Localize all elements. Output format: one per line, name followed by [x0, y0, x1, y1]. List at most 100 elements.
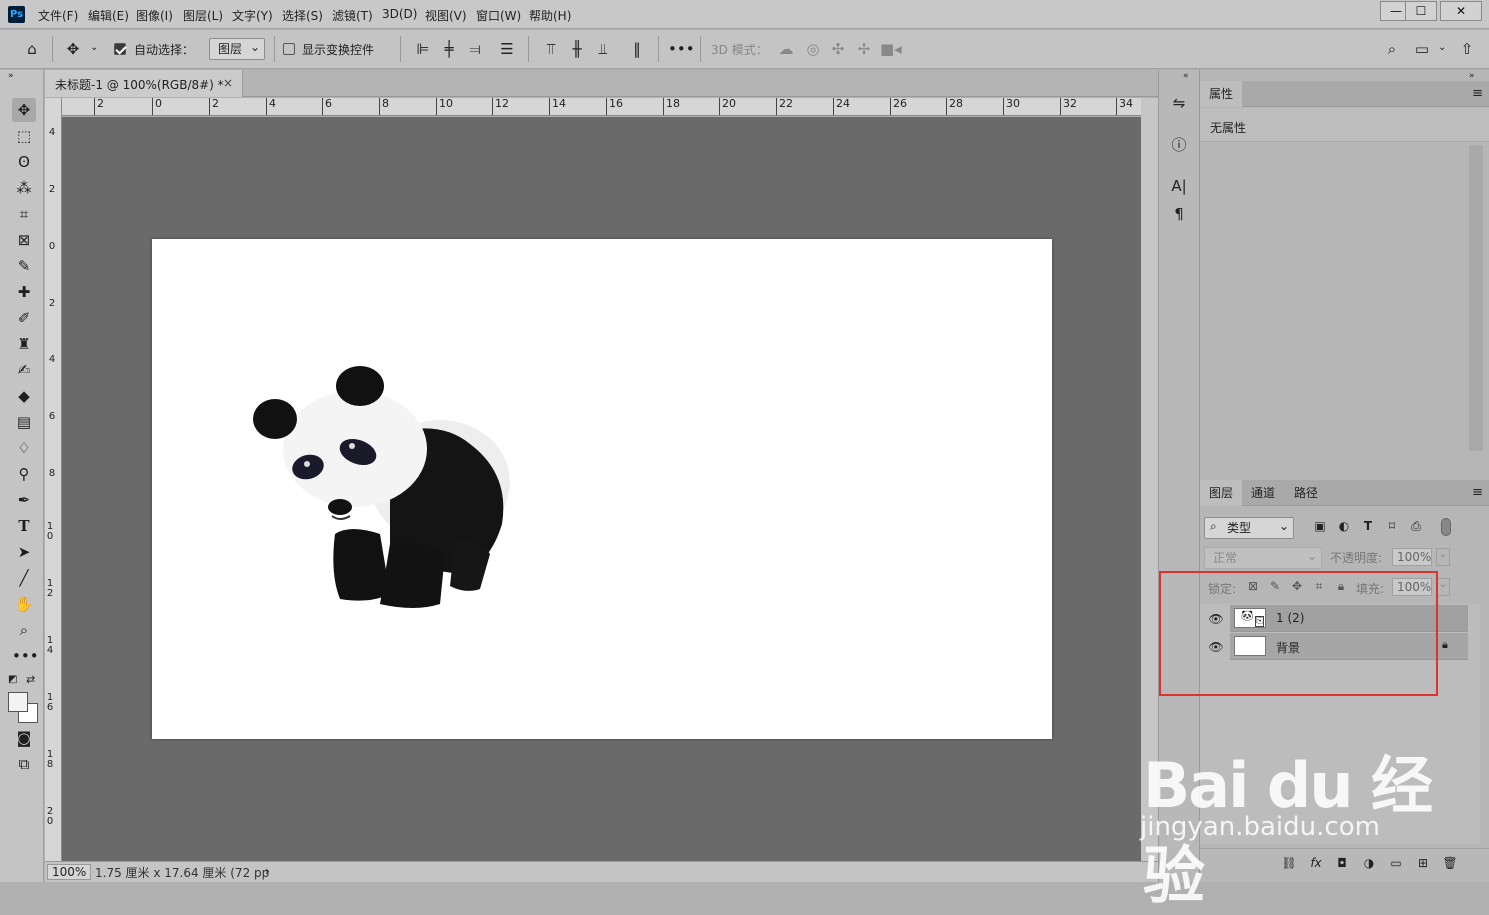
document-tab[interactable]: 未标题-1 @ 100%(RGB/8#) * × [45, 70, 243, 97]
swap-colors-icon[interactable]: ⇄ [26, 673, 35, 686]
foreground-color-swatch[interactable] [8, 692, 28, 712]
home-icon[interactable]: ⌂ [22, 40, 42, 58]
align-right-icon[interactable]: ⫤ [466, 40, 484, 58]
dodge-tool-icon[interactable]: ⚲ [12, 462, 36, 486]
align-hcenter-icon[interactable]: ╪ [440, 40, 458, 58]
pen-tool-icon[interactable]: ✒ [12, 488, 36, 512]
panda-image[interactable] [240, 364, 530, 624]
align-left-icon[interactable]: ⊫ [414, 40, 432, 58]
chevron-down-icon[interactable]: ⌄ [1436, 578, 1450, 596]
menu-edit[interactable]: 编辑(E) [88, 7, 129, 24]
move-tool-icon[interactable]: ✥ [12, 98, 36, 122]
default-colors-icon[interactable]: ◩ [8, 674, 17, 685]
slide-3d-icon[interactable]: ✢ [854, 40, 874, 58]
filter-shape-icon[interactable]: ⌑ [1384, 519, 1400, 533]
menu-view[interactable]: 视图(V) [425, 7, 467, 24]
chevron-down-icon[interactable]: ⌄ [1438, 42, 1446, 53]
ruler-tick: 26 [890, 98, 907, 115]
healing-brush-icon[interactable]: ✚ [12, 280, 36, 304]
path-select-icon[interactable]: ➤ [12, 540, 36, 564]
align-top-icon[interactable]: ⫪ [542, 40, 560, 58]
eyedropper-icon[interactable]: ✎ [12, 254, 36, 278]
filter-adjustment-icon[interactable]: ◐ [1336, 519, 1352, 533]
drag-3d-icon[interactable]: ✣ [828, 40, 848, 58]
maximize-button[interactable]: ☐ [1405, 1, 1437, 21]
history-brush-icon[interactable]: ✍ [12, 358, 36, 382]
auto-select-target-dropdown[interactable]: 图层 [209, 37, 265, 60]
menu-help[interactable]: 帮助(H) [529, 7, 571, 24]
chevron-down-icon[interactable]: ⌄ [90, 42, 98, 53]
menu-layer[interactable]: 图层(L) [183, 7, 223, 24]
blur-tool-icon[interactable]: ♢ [12, 436, 36, 460]
vertical-ruler[interactable]: 4 2 0 2 4 6 8 1 0 1 2 1 4 1 6 1 8 2 0 [45, 98, 62, 861]
horizontal-ruler[interactable]: 2 0 2 4 6 8 10 12 14 16 18 20 22 24 26 2… [62, 98, 1141, 116]
hand-tool-icon[interactable]: ✋ [12, 592, 36, 616]
align-bottom-icon[interactable]: ⫫ [594, 40, 612, 58]
menu-select[interactable]: 选择(S) [282, 7, 323, 24]
properties-scrollbar[interactable] [1469, 145, 1483, 451]
share-icon[interactable]: ⇧ [1457, 40, 1477, 58]
eraser-icon[interactable]: ◆ [12, 384, 36, 408]
tab-channels[interactable]: 通道 [1242, 480, 1284, 506]
edit-toolbar-icon[interactable]: ••• [12, 644, 39, 668]
panel-menu-icon[interactable]: ≡ [1472, 485, 1483, 500]
history-panel-icon[interactable]: ⇋ [1168, 92, 1190, 114]
menu-filter[interactable]: 滤镜(T) [332, 7, 373, 24]
zoom-level-field[interactable]: 100% [47, 864, 91, 880]
document-info[interactable]: 1.75 厘米 x 17.64 厘米 (72 pp [95, 864, 269, 881]
collapse-icon[interactable]: » [8, 71, 14, 81]
status-menu-arrow[interactable]: › [265, 864, 270, 878]
filter-type-icon[interactable]: T [1360, 519, 1376, 533]
menu-type[interactable]: 文字(Y) [232, 7, 273, 24]
layer-filter-dropdown[interactable]: 类型 [1204, 516, 1294, 539]
distribute-icon[interactable]: ☰ [498, 40, 516, 58]
clone-stamp-icon[interactable]: ♜ [12, 332, 36, 356]
menu-3d[interactable]: 3D(D) [382, 7, 417, 21]
tab-layers[interactable]: 图层 [1200, 480, 1243, 506]
show-transform-checkbox[interactable] [283, 43, 295, 55]
lasso-tool-icon[interactable]: ʘ [12, 150, 36, 174]
camera-3d-icon[interactable]: ■◂ [880, 40, 902, 58]
quick-mask-icon[interactable]: ◙ [12, 726, 36, 750]
distribute-vertical-icon[interactable]: ‖ [628, 40, 646, 58]
search-icon[interactable]: ⌕ [1382, 40, 1402, 58]
type-tool-icon[interactable]: T [12, 514, 36, 538]
info-panel-icon[interactable]: ⓘ [1168, 134, 1190, 156]
opacity-field[interactable]: 100% [1392, 548, 1432, 566]
menu-image[interactable]: 图像(I) [136, 7, 173, 24]
menu-window[interactable]: 窗口(W) [476, 7, 521, 24]
move-tool-icon[interactable]: ✥ [62, 40, 84, 58]
auto-select-checkbox[interactable] [114, 43, 126, 55]
orbit-3d-icon[interactable]: ☁ [776, 40, 796, 58]
magic-wand-icon[interactable]: ⁂ [12, 176, 36, 200]
paragraph-panel-icon[interactable]: ¶ [1168, 203, 1190, 225]
filter-pixel-icon[interactable]: ▣ [1312, 519, 1328, 533]
marquee-tool-icon[interactable]: ⬚ [12, 124, 36, 148]
align-vcenter-icon[interactable]: ╫ [568, 40, 586, 58]
filter-smart-object-icon[interactable]: ⎙ [1408, 519, 1424, 534]
more-options-icon[interactable]: ••• [668, 40, 695, 58]
close-button[interactable]: ✕ [1440, 1, 1482, 21]
collapse-icon[interactable]: « [1183, 71, 1189, 81]
zoom-tool-icon[interactable]: ⌕ [12, 618, 36, 642]
blend-mode-dropdown[interactable]: 正常 [1204, 546, 1322, 569]
menu-file[interactable]: 文件(F) [38, 7, 78, 24]
crop-tool-icon[interactable]: ⌗ [12, 202, 36, 226]
character-panel-icon[interactable]: A| [1168, 175, 1190, 197]
gradient-tool-icon[interactable]: ▤ [12, 410, 36, 434]
frame-tool-icon[interactable]: ⊠ [12, 228, 36, 252]
brush-tool-icon[interactable]: ✐ [12, 306, 36, 330]
collapse-icon[interactable]: » [1469, 71, 1475, 81]
tab-properties[interactable]: 属性 [1200, 81, 1243, 107]
filter-toggle[interactable] [1441, 518, 1451, 536]
tab-paths[interactable]: 路径 [1285, 480, 1327, 506]
roll-3d-icon[interactable]: ◎ [803, 40, 823, 58]
workspace-icon[interactable]: ▭ [1412, 40, 1432, 58]
line-tool-icon[interactable]: ╱ [12, 566, 36, 590]
panel-menu-icon[interactable]: ≡ [1472, 86, 1483, 101]
chevron-down-icon[interactable]: ⌄ [1436, 548, 1450, 566]
ruler-tick: 8 [379, 98, 389, 115]
close-tab-icon[interactable]: × [223, 76, 233, 90]
document-canvas[interactable] [152, 239, 1052, 739]
screen-mode-icon[interactable]: ⧉ [12, 752, 36, 776]
